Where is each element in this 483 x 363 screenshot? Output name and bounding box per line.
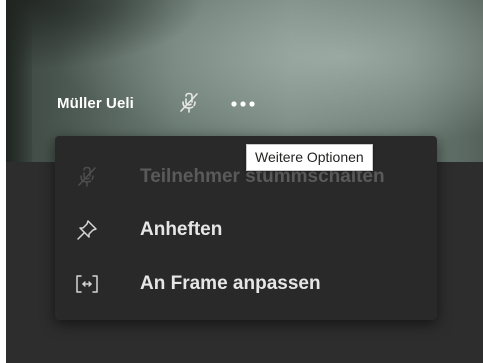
mic-off-icon [179,92,199,114]
video-shadow [6,0,206,70]
menu-item-pin[interactable]: Anheften [55,203,437,257]
fit-to-frame-icon [75,272,99,296]
menu-item-label: Anheften [140,219,223,240]
mic-off-icon [75,165,99,189]
menu-item-label: An Frame anpassen [140,273,321,294]
more-options-icon [231,101,255,107]
more-options-button[interactable] [226,96,260,110]
more-options-tooltip: Weitere Optionen [246,144,373,171]
menu-item-fit-to-frame[interactable]: An Frame anpassen [55,257,437,311]
video-call-stage: Müller Ueli Teilnehmer stummschalten Anh… [6,0,483,363]
pin-icon [75,218,99,242]
video-edge [6,0,32,162]
participant-name: Müller Ueli [57,95,134,112]
